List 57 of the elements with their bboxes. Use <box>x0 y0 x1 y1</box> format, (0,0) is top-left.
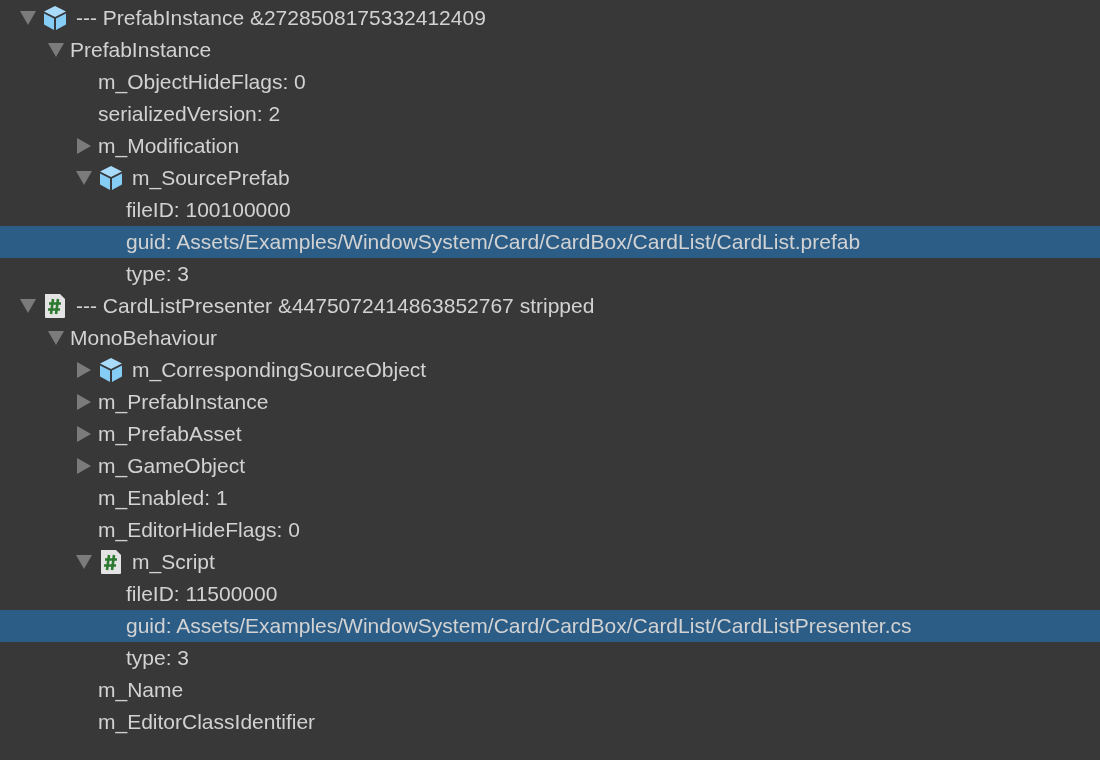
node-label: fileID: 100100000 <box>126 197 291 223</box>
tree-row[interactable]: m_PrefabInstance <box>0 386 1100 418</box>
tree-row[interactable]: m_EditorClassIdentifier <box>0 706 1100 738</box>
script-file-icon <box>42 293 68 319</box>
node-label: m_Enabled: 1 <box>98 485 228 512</box>
tree-row[interactable]: m_SourcePrefab <box>0 162 1100 194</box>
tree-row[interactable]: m_Name <box>0 674 1100 706</box>
node-label: type: 3 <box>126 261 190 287</box>
tree-row[interactable]: type: 3 <box>0 642 1100 674</box>
cube-icon <box>98 357 124 383</box>
tree-row[interactable]: MonoBehaviour <box>0 322 1100 354</box>
node-label: --- CardListPresenter &4475072414863852767 stripped <box>76 293 595 319</box>
node-label: m_SourcePrefab <box>132 165 290 192</box>
tree-row[interactable]: m_CorrespondingSourceObject <box>0 354 1100 386</box>
collapsed-arrow-icon[interactable] <box>76 458 92 474</box>
tree-row[interactable]: guid: Assets/Examples/WindowSystem/Card/CardBox/CardList/CardListPresenter.cs <box>0 610 1100 642</box>
cube-icon <box>98 165 124 191</box>
tree-row[interactable]: m_Modification <box>0 130 1100 162</box>
tree-row[interactable]: --- PrefabInstance &2728508175332412409 <box>0 2 1100 34</box>
tree-row[interactable]: serializedVersion: 2 <box>0 98 1100 130</box>
node-label: m_GameObject <box>98 453 246 480</box>
node-label: fileID: 11500000 <box>126 581 278 607</box>
node-label: m_CorrespondingSourceObject <box>132 357 427 384</box>
node-label: guid: Assets/Examples/WindowSystem/Card/CardBox/CardList/CardList.prefab <box>126 229 861 255</box>
tree-row[interactable]: fileID: 100100000 <box>0 194 1100 226</box>
tree-row[interactable]: fileID: 11500000 <box>0 578 1100 610</box>
tree-row[interactable]: m_ObjectHideFlags: 0 <box>0 66 1100 98</box>
node-label: --- PrefabInstance &2728508175332412409 <box>76 5 486 31</box>
tree-row[interactable]: type: 3 <box>0 258 1100 290</box>
node-label: guid: Assets/Examples/WindowSystem/Card/CardBox/CardList/CardListPresenter.cs <box>126 613 912 639</box>
tree-row[interactable]: m_Enabled: 1 <box>0 482 1100 514</box>
node-label: m_ObjectHideFlags: 0 <box>98 69 306 96</box>
node-label: m_PrefabInstance <box>98 389 269 416</box>
collapsed-arrow-icon[interactable] <box>76 426 92 442</box>
node-label: m_EditorHideFlags: 0 <box>98 517 300 544</box>
node-label: serializedVersion: 2 <box>98 101 281 127</box>
node-label: PrefabInstance <box>70 37 212 63</box>
script-file-icon <box>98 549 124 575</box>
tree-row[interactable]: --- CardListPresenter &4475072414863852767 stripped <box>0 290 1100 322</box>
node-label: m_Name <box>98 677 184 704</box>
node-label: m_EditorClassIdentifier <box>98 709 316 736</box>
node-label: MonoBehaviour <box>70 325 218 351</box>
expanded-arrow-icon[interactable] <box>48 330 64 346</box>
collapsed-arrow-icon[interactable] <box>76 394 92 410</box>
tree-row[interactable]: m_EditorHideFlags: 0 <box>0 514 1100 546</box>
expanded-arrow-icon[interactable] <box>48 42 64 58</box>
tree-row[interactable]: PrefabInstance <box>0 34 1100 66</box>
collapsed-arrow-icon[interactable] <box>76 138 92 154</box>
cube-icon <box>42 5 68 31</box>
tree-row[interactable]: m_GameObject <box>0 450 1100 482</box>
node-label: m_PrefabAsset <box>98 421 242 448</box>
tree-row[interactable]: guid: Assets/Examples/WindowSystem/Card/CardBox/CardList/CardList.prefab <box>0 226 1100 258</box>
node-label: type: 3 <box>126 645 190 671</box>
tree-row[interactable]: m_Script <box>0 546 1100 578</box>
node-label: m_Modification <box>98 133 240 160</box>
tree-row[interactable]: m_PrefabAsset <box>0 418 1100 450</box>
node-label: m_Script <box>132 549 215 576</box>
